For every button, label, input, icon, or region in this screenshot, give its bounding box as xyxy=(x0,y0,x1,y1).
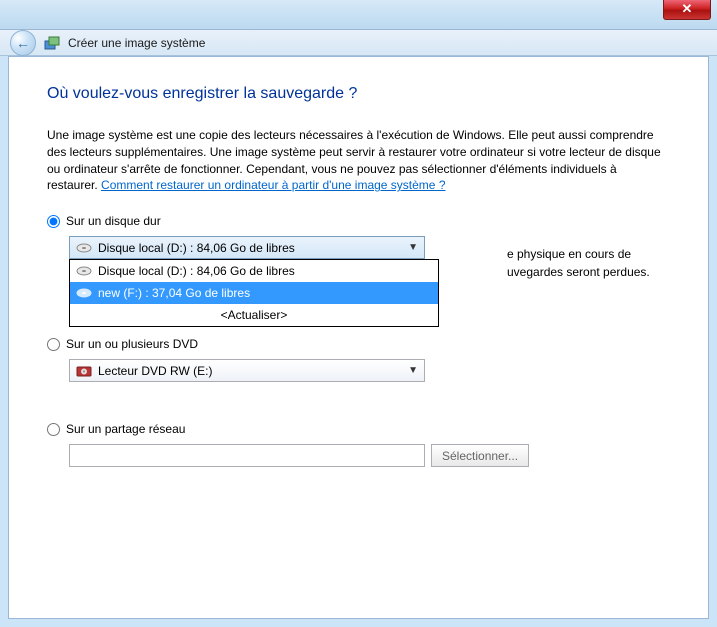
disk-icon xyxy=(76,263,92,279)
dropdown-item-disk-d[interactable]: Disque local (D:) : 84,06 Go de libres xyxy=(70,260,438,282)
radio-hdd[interactable] xyxy=(47,215,60,228)
dropdown-item-label: new (F:) : 37,04 Go de libres xyxy=(98,286,250,300)
hdd-dropdown: Disque local (D:) : 84,06 Go de libres n… xyxy=(69,259,439,327)
content: Où voulez-vous enregistrer la sauvegarde… xyxy=(8,56,709,619)
heading: Où voulez-vous enregistrer la sauvegarde… xyxy=(47,85,670,103)
app-icon xyxy=(44,35,60,51)
hint-text-line2: uvegardes seront perdues. xyxy=(507,264,650,281)
dropdown-item-refresh[interactable]: <Actualiser> xyxy=(70,304,438,326)
back-button[interactable]: ← xyxy=(10,30,36,56)
back-arrow-icon: ← xyxy=(16,35,30,51)
option-dvd: Sur un ou plusieurs DVD Lecteur DVD RW (… xyxy=(47,337,670,382)
disk-icon xyxy=(76,240,92,256)
disk-icon xyxy=(76,285,92,301)
radio-hdd-label: Sur un disque dur xyxy=(66,214,161,228)
option-network: Sur un partage réseau Sélectionner... xyxy=(47,422,670,467)
hdd-selected-text: Disque local (D:) : 84,06 Go de libres xyxy=(98,241,408,255)
hdd-combobox[interactable]: Disque local (D:) : 84,06 Go de libres ▼… xyxy=(69,236,425,259)
close-button[interactable]: ✕ xyxy=(663,0,711,20)
description: Une image système est une copie des lect… xyxy=(47,127,670,194)
radio-network-label: Sur un partage réseau xyxy=(66,422,185,436)
hint-text-line1: e physique en cours de xyxy=(507,246,631,263)
chevron-down-icon: ▼ xyxy=(408,242,418,253)
dropdown-item-disk-f[interactable]: new (F:) : 37,04 Go de libres xyxy=(70,282,438,304)
dvd-combobox[interactable]: Lecteur DVD RW (E:) ▼ xyxy=(69,359,425,382)
radio-dvd-label: Sur un ou plusieurs DVD xyxy=(66,337,198,351)
chevron-down-icon: ▼ xyxy=(408,365,418,376)
dvd-drive-icon xyxy=(76,363,92,379)
help-link[interactable]: Comment restaurer un ordinateur à partir… xyxy=(101,178,445,192)
titlebar: ✕ xyxy=(0,0,717,30)
page-title: Créer une image système xyxy=(68,36,205,50)
option-hdd: Sur un disque dur Disque local (D:) : 84… xyxy=(47,214,670,259)
radio-dvd[interactable] xyxy=(47,338,60,351)
dropdown-item-label: <Actualiser> xyxy=(221,308,288,322)
dropdown-item-label: Disque local (D:) : 84,06 Go de libres xyxy=(98,264,295,278)
radio-network[interactable] xyxy=(47,423,60,436)
dvd-selected-text: Lecteur DVD RW (E:) xyxy=(98,364,408,378)
header-bar: ← Créer une image système xyxy=(0,30,717,56)
browse-button[interactable]: Sélectionner... xyxy=(431,444,529,467)
network-path-input[interactable] xyxy=(69,444,425,467)
